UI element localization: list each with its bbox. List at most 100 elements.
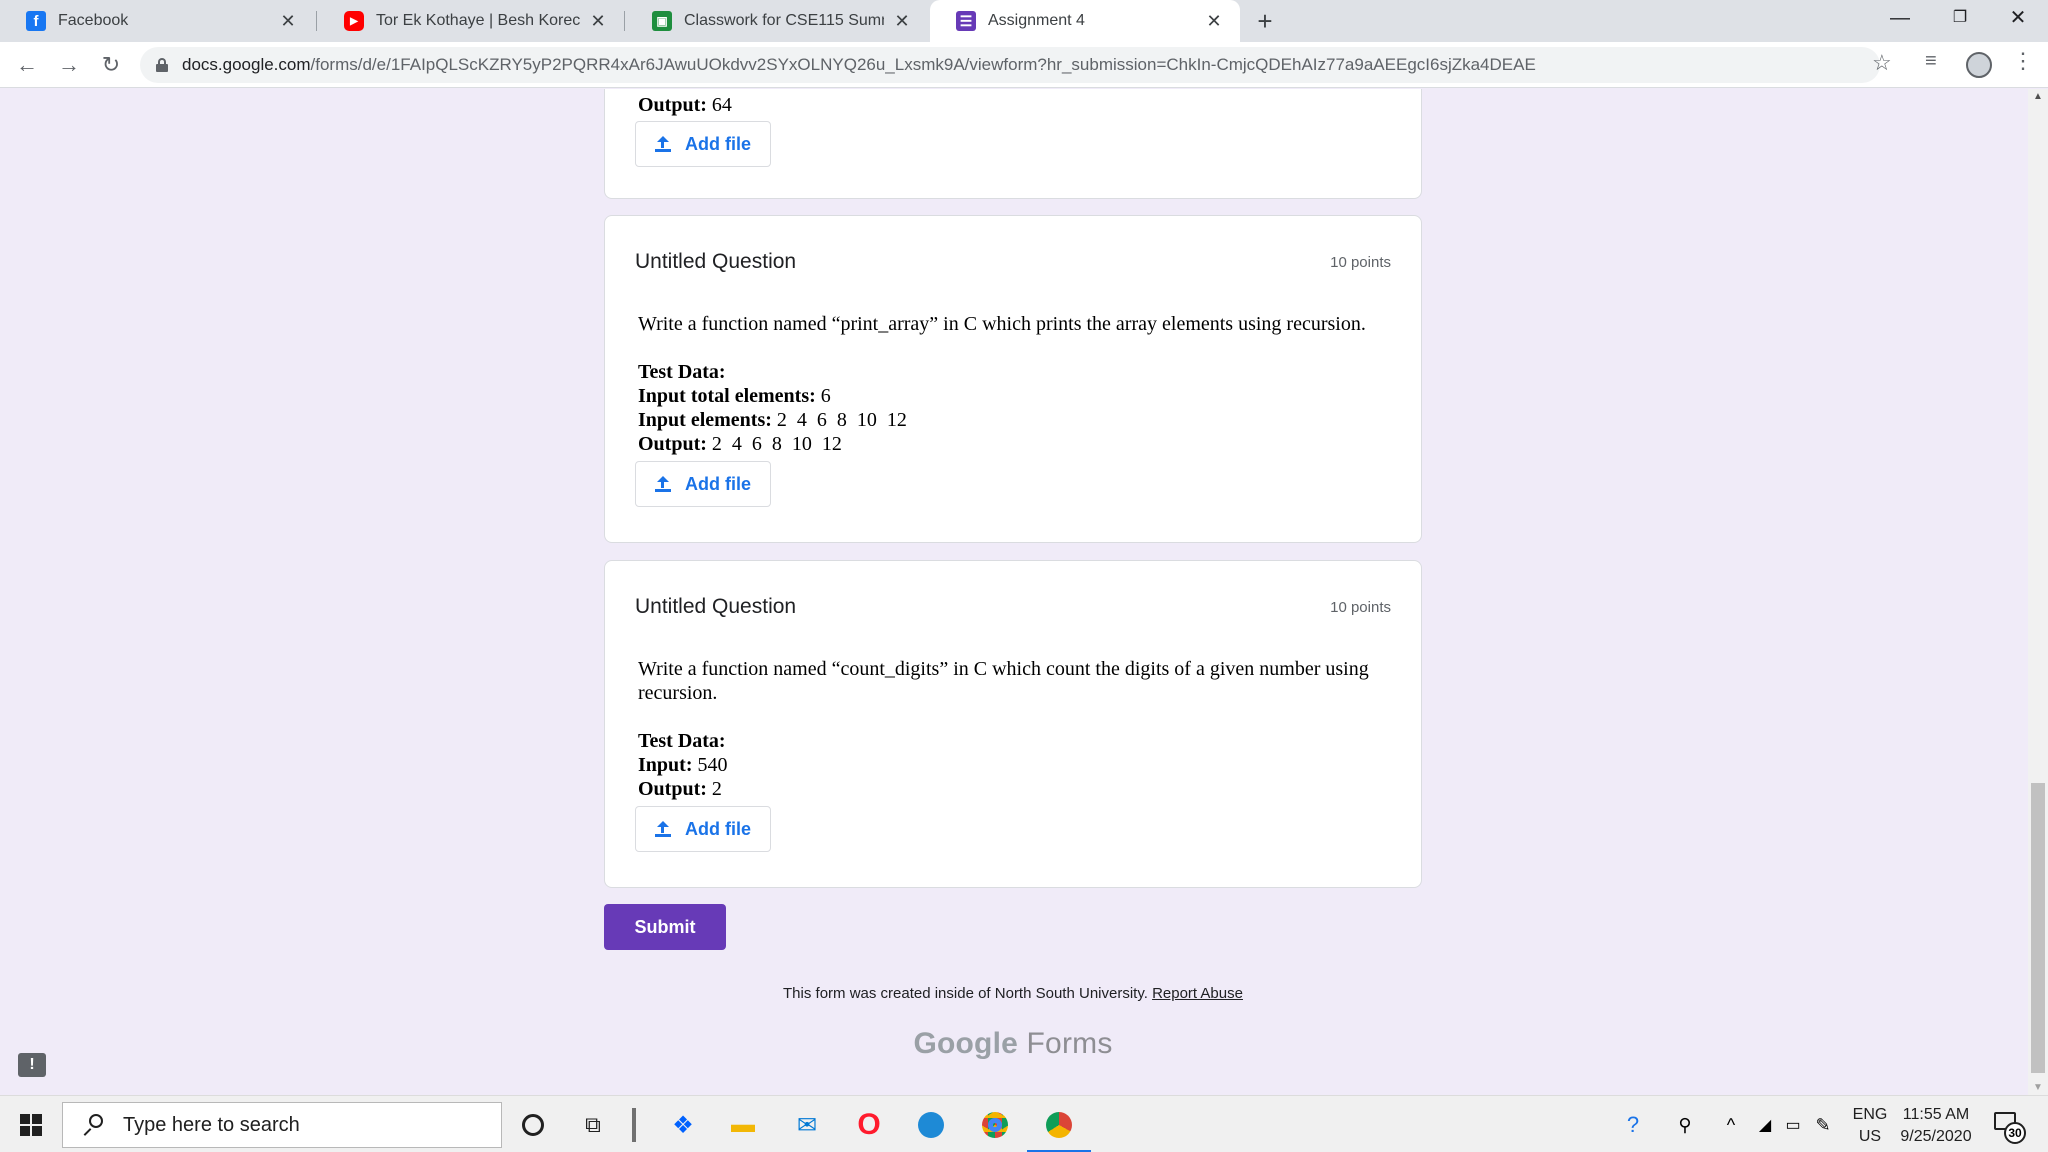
upload-icon <box>655 476 671 492</box>
new-tab-button[interactable]: + <box>1250 6 1280 36</box>
url-path: /forms/d/e/1FAIpQLScKZRY5yP2PQRR4xAr6JAw… <box>310 55 1536 74</box>
bookmark-star-icon[interactable]: ☆ <box>1872 50 1892 76</box>
add-file-button[interactable]: Add file <box>635 806 771 852</box>
tab-separator <box>624 11 625 31</box>
search-icon <box>81 1114 103 1136</box>
line-value: 2 4 6 8 10 12 <box>771 409 907 431</box>
tab-classroom[interactable]: ▣ Classwork for CSE115 Summer 20 ✕ <box>626 0 928 42</box>
forms-icon: ☰ <box>956 11 976 31</box>
mail-icon[interactable]: ✉ <box>790 1108 824 1142</box>
question-title: Untitled Question <box>635 595 797 618</box>
minimize-button[interactable]: — <box>1870 0 1930 36</box>
taskbar-clock[interactable]: 11:55 AM 9/25/2020 <box>1896 1104 1976 1148</box>
test-data-block: Test Data: Input: 540 Output: 2 <box>638 729 1398 801</box>
taskbar-search-box[interactable]: Type here to search <box>62 1102 502 1148</box>
facebook-icon: f <box>26 11 46 31</box>
battery-icon[interactable]: ▭ <box>1776 1108 1810 1142</box>
close-icon[interactable]: ✕ <box>588 11 608 32</box>
browser-toolbar: ← → ↻ docs.google.com/forms/d/e/1FAIpQLS… <box>0 42 2048 88</box>
feedback-icon[interactable]: ! <box>18 1053 46 1077</box>
notification-count: 30 <box>2004 1122 2026 1144</box>
tab-title: Classwork for CSE115 Summer 20 <box>684 12 884 29</box>
restore-button[interactable]: ❐ <box>1930 0 1990 36</box>
people-icon[interactable]: ⚲ <box>1668 1108 1702 1142</box>
help-icon[interactable]: ? <box>1616 1108 1650 1142</box>
file-explorer-icon[interactable]: ▬ <box>726 1108 760 1142</box>
tab-title: Tor Ek Kothaye | Besh Korechi Pre <box>376 12 580 29</box>
windows-start-icon[interactable] <box>20 1114 42 1136</box>
back-button[interactable]: ← <box>12 50 42 80</box>
opera-icon[interactable]: O <box>852 1108 886 1142</box>
media-control-icon[interactable]: ≡ <box>1925 50 1937 73</box>
chrome-menu-icon[interactable]: ⋮ <box>2012 48 2034 74</box>
url-host: docs.google.com <box>182 55 311 74</box>
line-label: Input elements: <box>638 409 772 431</box>
chrome-icon[interactable] <box>978 1108 1012 1142</box>
dropbox-icon[interactable]: ❖ <box>666 1108 700 1142</box>
tab-title: Assignment 4 <box>988 12 1085 29</box>
test-data-line: Output: 2 4 6 8 10 12 <box>638 432 1398 456</box>
report-abuse-link[interactable]: Report Abuse <box>1152 985 1243 1002</box>
language-indicator[interactable]: ENG US <box>1850 1104 1890 1148</box>
test-data-line: Test Data: <box>638 360 1398 384</box>
line-value: 540 <box>692 754 728 776</box>
google-forms-logo[interactable]: Google Forms <box>604 1027 1422 1061</box>
tab-assignment-4[interactable]: ☰ Assignment 4 ✕ <box>930 0 1240 42</box>
task-view-icon[interactable]: ⧉ <box>576 1108 610 1142</box>
classroom-icon: ▣ <box>652 11 672 31</box>
submit-button[interactable]: Submit <box>604 904 726 950</box>
tab-separator <box>316 11 317 31</box>
upload-icon <box>655 821 671 837</box>
question-card-print-array: Untitled Question 10 points Write a func… <box>604 215 1422 543</box>
forward-button[interactable]: → <box>54 50 84 80</box>
scroll-thumb[interactable] <box>2031 783 2045 1073</box>
clock-date: 9/25/2020 <box>1900 1128 1972 1145</box>
chevron-up-icon[interactable]: ^ <box>1714 1108 1748 1142</box>
edge-icon[interactable] <box>914 1108 948 1142</box>
tab-facebook[interactable]: f Facebook ✕ <box>0 0 314 42</box>
logo-forms-text: Forms <box>1026 1027 1113 1060</box>
question-card-partial: Output: 64 Add file <box>604 89 1422 199</box>
add-file-button[interactable]: Add file <box>635 121 771 167</box>
output-value: 64 <box>706 94 732 116</box>
add-file-label: Add file <box>685 818 751 839</box>
line-value: 2 <box>706 778 722 800</box>
line-label: Input total elements: <box>638 385 816 407</box>
scroll-up-arrow[interactable]: ▲ <box>2028 91 2048 102</box>
scroll-down-arrow[interactable]: ▼ <box>2028 1082 2048 1093</box>
cortana-icon[interactable] <box>516 1108 550 1142</box>
windows-taskbar: Type here to search ⧉ ❖ ▬ ✉ O ? ⚲ ^ ◢ ▭ … <box>0 1095 2048 1152</box>
region-code: US <box>1858 1128 1882 1145</box>
question-description: Write a function named “print_array” in … <box>638 313 1366 335</box>
tab-youtube[interactable]: ▶ Tor Ek Kothaye | Besh Korechi Pre ✕ <box>318 0 624 42</box>
close-icon[interactable]: ✕ <box>892 11 912 32</box>
taskbar-separator <box>632 1108 636 1142</box>
lock-icon[interactable] <box>156 58 168 72</box>
tab-title: Facebook <box>58 12 129 29</box>
add-file-button[interactable]: Add file <box>635 461 771 507</box>
window-close-button[interactable]: ✕ <box>1988 0 2048 36</box>
address-bar[interactable]: docs.google.com/forms/d/e/1FAIpQLScKZRY5… <box>140 47 1880 83</box>
profile-avatar[interactable] <box>1966 52 1992 78</box>
pen-icon[interactable]: ✎ <box>1806 1108 1840 1142</box>
page-scrollbar[interactable]: ▲ ▼ <box>2028 89 2048 1095</box>
test-data-block: Test Data: Input total elements: 6 Input… <box>638 360 1398 456</box>
test-data-line: Output: 2 <box>638 777 1398 801</box>
chrome-profile-icon[interactable] <box>1042 1108 1076 1142</box>
notification-center-icon[interactable]: 30 <box>1994 1110 2026 1144</box>
line-label: Input: <box>638 754 693 776</box>
close-icon[interactable]: ✕ <box>278 11 298 32</box>
reload-button[interactable]: ↻ <box>96 50 126 80</box>
search-placeholder: Type here to search <box>123 1113 300 1136</box>
question-points: 10 points <box>1330 254 1391 271</box>
footer-text: This form was created inside of North So… <box>783 985 1148 1002</box>
line-value: 2 4 6 8 10 12 <box>706 433 842 455</box>
clock-time: 11:55 AM <box>1902 1106 1970 1123</box>
question-description: Write a function named “count_digits” in… <box>638 658 1369 704</box>
form-page: Output: 64 Add file Untitled Question 10… <box>0 89 2028 1095</box>
browser-tab-strip: f Facebook ✕ ▶ Tor Ek Kothaye | Besh Kor… <box>0 0 2048 42</box>
line-label: Test Data: <box>638 730 726 752</box>
close-icon[interactable]: ✕ <box>1204 11 1224 32</box>
url-text[interactable]: docs.google.com/forms/d/e/1FAIpQLScKZRY5… <box>182 55 1536 75</box>
question-output-line: Output: 64 <box>638 93 1398 117</box>
